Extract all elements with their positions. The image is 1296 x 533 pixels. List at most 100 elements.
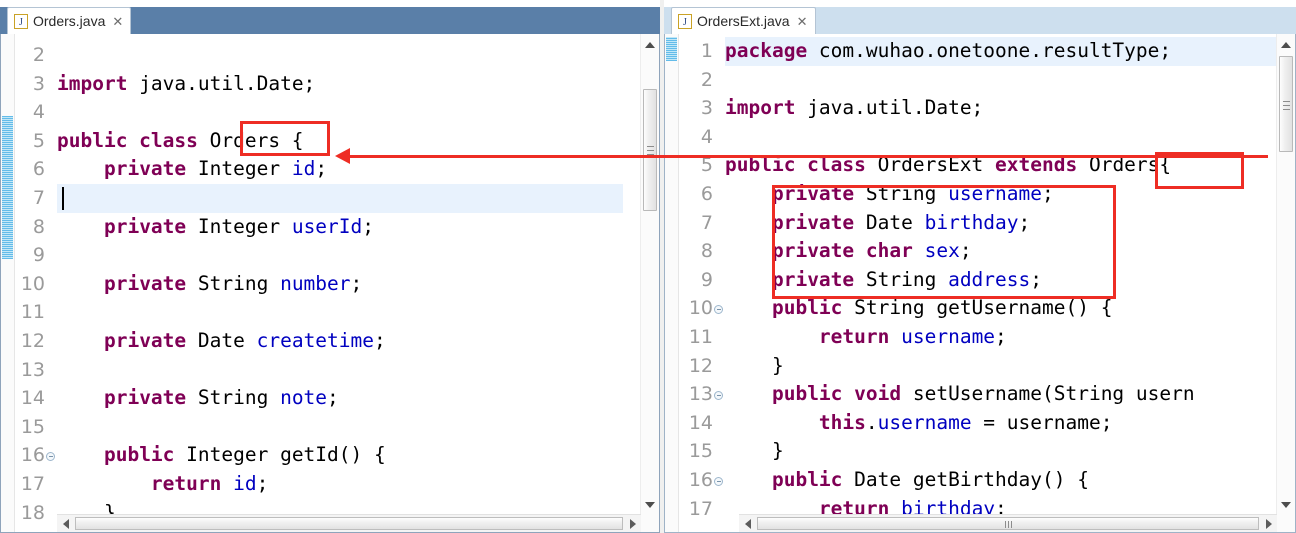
code-line[interactable]: private Integer id; — [57, 155, 623, 184]
code-line[interactable]: private String number; — [57, 270, 623, 299]
changed-lines-marker — [2, 116, 13, 259]
code-token: } — [725, 353, 784, 377]
scroll-down-arrow-icon[interactable] — [1277, 496, 1295, 513]
horizontal-scrollbar-thumb[interactable] — [75, 517, 623, 530]
line-number: 16 — [688, 469, 713, 491]
vertical-scrollbar-left[interactable] — [640, 34, 659, 532]
fold-collapse-icon[interactable] — [46, 452, 55, 462]
code-token: java.util.Date; — [127, 71, 316, 95]
line-number: 14 — [688, 411, 713, 434]
code-token: String — [854, 267, 949, 291]
code-line[interactable]: private Date birthday; — [725, 209, 1283, 238]
code-line[interactable]: private Date createtime; — [57, 327, 623, 356]
code-token: return — [818, 325, 890, 348]
line-number-row: 14 — [15, 384, 57, 413]
code-token: username — [948, 182, 1042, 205]
code-line[interactable]: } — [725, 437, 1283, 466]
code-line[interactable]: private Integer userId; — [57, 213, 623, 242]
line-number: 3 — [32, 72, 45, 95]
horizontal-scrollbar-right[interactable] — [739, 514, 1277, 532]
code-line[interactable] — [57, 413, 623, 442]
scroll-right-arrow-icon[interactable] — [1260, 515, 1277, 532]
vertical-scrollbar-thumb[interactable] — [643, 89, 657, 211]
line-number: 9 — [700, 268, 713, 291]
code-token: id — [291, 157, 316, 181]
code-line[interactable] — [57, 98, 623, 127]
code-line[interactable]: private String username; — [725, 180, 1283, 209]
line-number-row: 8 — [15, 213, 57, 242]
code-line[interactable] — [57, 41, 623, 70]
code-token: import — [57, 71, 128, 95]
code-line[interactable]: import java.util.Date; — [725, 94, 1283, 123]
line-number: 10 — [688, 297, 713, 320]
code-line[interactable]: package com.wuhao.onetoone.resultType; — [725, 37, 1283, 66]
scroll-right-arrow-icon[interactable] — [624, 515, 641, 532]
code-line[interactable]: this.username = username; — [725, 409, 1283, 438]
scroll-up-arrow-icon[interactable] — [641, 36, 659, 53]
tab-orders-java[interactable]: J Orders.java ✕ — [7, 7, 132, 34]
code-token: public — [771, 468, 843, 491]
code-line[interactable] — [725, 66, 1283, 95]
code-line[interactable]: private char sex; — [725, 237, 1283, 266]
code-line[interactable]: import java.util.Date; — [57, 70, 623, 99]
annotation-ruler-right[interactable] — [665, 34, 679, 532]
code-token: private — [771, 210, 855, 234]
vertical-scrollbar-thumb[interactable] — [1279, 56, 1293, 152]
code-token: private — [103, 214, 187, 238]
line-number-row: 5 — [679, 151, 725, 180]
scroll-up-arrow-icon[interactable] — [1277, 36, 1295, 53]
fold-collapse-icon[interactable] — [714, 305, 723, 315]
scroll-down-arrow-icon[interactable] — [641, 496, 659, 513]
code-text-area-right[interactable]: package com.wuhao.onetoone.resultType; im… — [725, 34, 1283, 532]
line-number-row: 3 — [679, 94, 725, 123]
code-line[interactable]: return id; — [57, 470, 623, 499]
tab-label: Orders.java — [33, 13, 106, 29]
code-line[interactable] — [57, 184, 623, 213]
scroll-left-arrow-icon[interactable] — [739, 515, 756, 532]
code-line[interactable]: public Date getBirthday() { — [725, 466, 1283, 495]
scroll-left-arrow-icon[interactable] — [57, 515, 74, 532]
line-number: 6 — [32, 158, 45, 181]
code-token: . — [865, 410, 878, 434]
code-line[interactable]: public class OrdersExt extends Orders{ — [725, 151, 1283, 180]
fold-collapse-icon[interactable] — [714, 477, 723, 486]
tab-ordersext-java[interactable]: J OrdersExt.java ✕ — [671, 7, 816, 34]
code-token: ; — [1018, 210, 1031, 234]
code-line[interactable]: return username; — [725, 323, 1283, 352]
code-line[interactable]: public class Orders { — [57, 127, 623, 156]
code-line[interactable]: public void setUsername(String usern — [725, 380, 1283, 409]
code-line[interactable]: public String getUsername() { — [725, 294, 1283, 323]
line-number: 1 — [700, 40, 713, 62]
code-line[interactable]: private String address; — [725, 266, 1283, 295]
code-token: username — [877, 410, 972, 434]
code-line[interactable] — [725, 123, 1283, 152]
close-icon[interactable]: ✕ — [797, 15, 808, 28]
fold-collapse-icon[interactable] — [714, 391, 723, 401]
code-token: ; — [374, 329, 386, 352]
vertical-scrollbar-right[interactable] — [1276, 34, 1295, 532]
code-line[interactable]: private String note; — [57, 384, 623, 413]
code-line[interactable] — [57, 241, 623, 270]
code-line[interactable]: } — [725, 352, 1283, 381]
horizontal-scrollbar-left[interactable] — [57, 514, 641, 532]
line-number: 9 — [32, 244, 45, 267]
line-number: 10 — [20, 272, 45, 295]
annotation-ruler-left[interactable] — [1, 34, 15, 532]
code-token: package — [725, 39, 808, 62]
code-line[interactable]: public Integer getId() { — [57, 441, 623, 470]
code-line[interactable] — [57, 356, 623, 385]
code-token: Orders{ — [1077, 153, 1172, 177]
code-token: OrdersExt — [865, 153, 996, 177]
close-icon[interactable]: ✕ — [112, 15, 123, 28]
line-number: 12 — [688, 354, 713, 377]
horizontal-scrollbar-thumb[interactable] — [757, 517, 1259, 530]
code-text-area-left[interactable]: import java.util.Date; public class Order… — [57, 34, 623, 532]
code-line[interactable] — [57, 298, 623, 327]
